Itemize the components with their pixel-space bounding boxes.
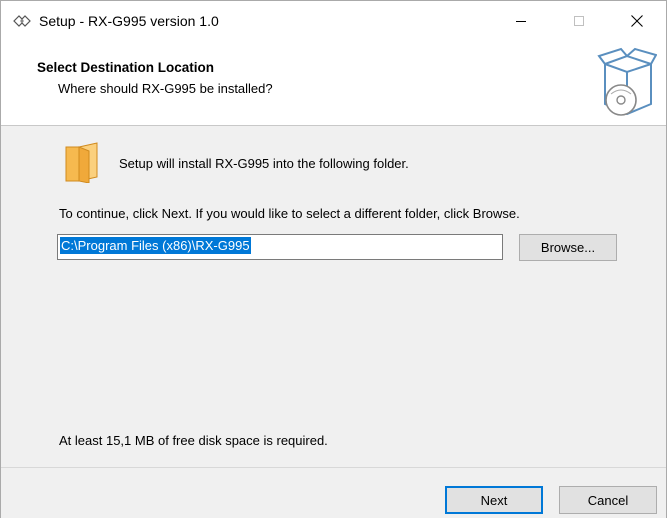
page-title: Select Destination Location	[37, 60, 215, 75]
setup-box-icon	[597, 47, 657, 116]
minimize-button[interactable]	[498, 1, 544, 41]
install-info-text: Setup will install RX-G995 into the foll…	[119, 156, 409, 171]
title-bar[interactable]: Setup - RX-G995 version 1.0	[1, 1, 666, 41]
disk-space-text: At least 15,1 MB of free disk space is r…	[59, 433, 328, 448]
window-title: Setup - RX-G995 version 1.0	[39, 13, 219, 29]
destination-path-value: C:\Program Files (x86)\RX-G995	[60, 237, 251, 254]
folder-icon	[65, 142, 98, 183]
maximize-icon	[574, 16, 584, 26]
cancel-button[interactable]: Cancel	[559, 486, 657, 514]
setup-window: Setup - RX-G995 version 1.0 Select Desti…	[0, 0, 667, 518]
destination-path-input[interactable]: C:\Program Files (x86)\RX-G995	[57, 234, 503, 260]
setup-app-icon	[13, 15, 31, 27]
close-button[interactable]	[614, 1, 660, 41]
wizard-header: Select Destination Location Where should…	[1, 41, 666, 126]
close-icon	[631, 15, 643, 27]
continue-instruction-text: To continue, click Next. If you would li…	[59, 206, 520, 221]
next-button[interactable]: Next	[445, 486, 543, 514]
page-subtitle: Where should RX-G995 be installed?	[58, 81, 273, 96]
minimize-icon	[516, 21, 526, 22]
browse-button[interactable]: Browse...	[519, 234, 617, 261]
wizard-body: Setup will install RX-G995 into the foll…	[1, 126, 666, 466]
wizard-footer: Next Cancel	[1, 467, 666, 518]
maximize-button[interactable]	[556, 1, 602, 41]
